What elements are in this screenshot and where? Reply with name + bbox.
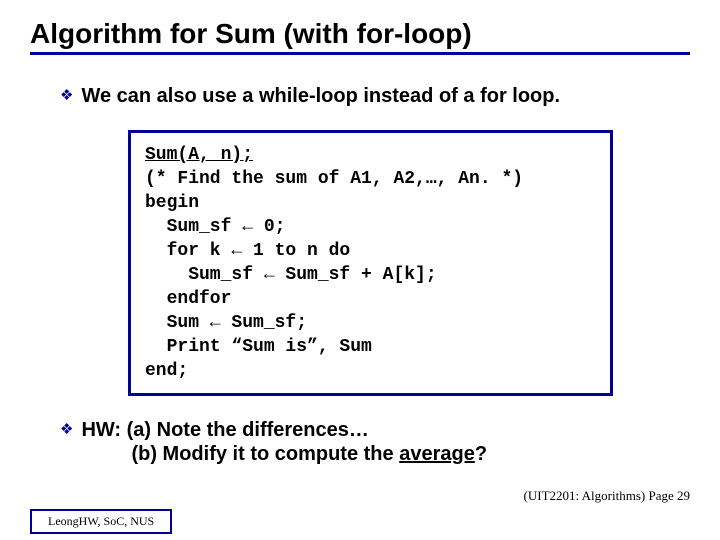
code-line: Sum ← Sum_sf;	[145, 313, 307, 333]
code-block: Sum(A, n); (* Find the sum of A1, A2,…, …	[145, 143, 596, 383]
hw-line-a: HW: (a) Note the differences…	[81, 419, 368, 441]
footer-author: LeongHW, SoC, NUS	[30, 509, 172, 534]
code-line: Sum_sf ← Sum_sf + A[k];	[145, 265, 437, 285]
title-underline	[30, 52, 690, 55]
slide-title: Algorithm for Sum (with for-loop)	[30, 18, 690, 50]
diamond-bullet-icon: ❖	[60, 418, 73, 442]
bullet-1: ❖ We can also use a while-loop instead o…	[60, 84, 690, 108]
hw-line-b-pre: (b) Modify it to compute the	[81, 443, 399, 465]
code-line: (* Find the sum of A1, A2,…, An. *)	[145, 169, 523, 189]
code-signature: Sum(A, n);	[145, 145, 253, 165]
code-box: Sum(A, n); (* Find the sum of A1, A2,…, …	[128, 130, 613, 396]
diamond-bullet-icon: ❖	[60, 84, 73, 108]
code-line: Print “Sum is”, Sum	[145, 337, 372, 357]
hw-line-b-post: ?	[475, 443, 487, 465]
bullet-2-text: HW: (a) Note the differences… (b) Modify…	[81, 418, 487, 466]
code-line: end;	[145, 361, 188, 381]
code-line: begin	[145, 193, 199, 213]
code-line: Sum_sf ← 0;	[145, 217, 285, 237]
page-reference: (UIT2201: Algorithms) Page 29	[524, 488, 690, 504]
code-line: for k ← 1 to n do	[145, 241, 350, 261]
bullet-1-text: We can also use a while-loop instead of …	[81, 84, 560, 108]
title-block: Algorithm for Sum (with for-loop)	[30, 18, 690, 55]
bullet-2: ❖ HW: (a) Note the differences… (b) Modi…	[60, 418, 690, 466]
hw-line-b-underlined: average	[399, 443, 475, 465]
code-line: endfor	[145, 289, 231, 309]
slide: Algorithm for Sum (with for-loop) ❖ We c…	[0, 0, 720, 540]
